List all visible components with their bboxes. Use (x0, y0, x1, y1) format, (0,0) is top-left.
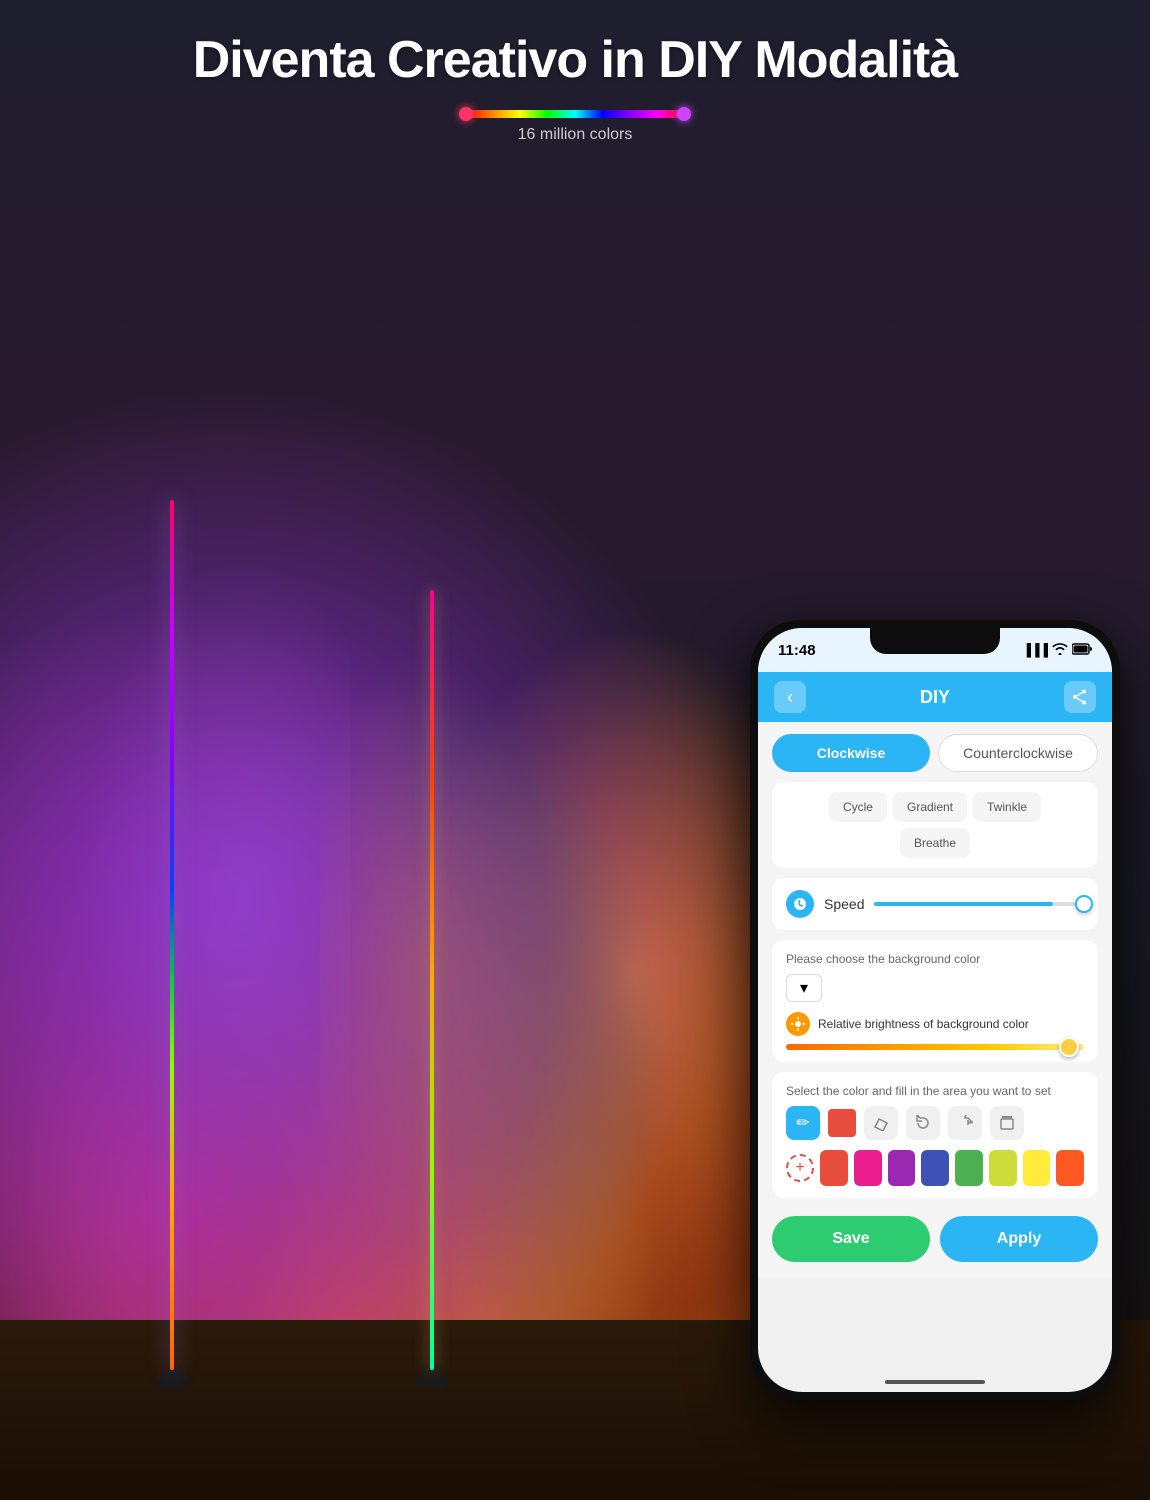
app-content: Clockwise Counterclockwise Cycle Gradien… (758, 722, 1112, 1278)
nav-title: DIY (920, 687, 950, 708)
speed-control: Speed (772, 878, 1098, 930)
bg-color-label: Please choose the background color (786, 952, 1084, 966)
brush-tool[interactable]: ✏ (786, 1106, 820, 1140)
color-swatch-5[interactable] (955, 1150, 983, 1186)
mode-row-2: Breathe (780, 828, 1090, 858)
color-swatch-3[interactable] (888, 1150, 916, 1186)
brightness-thumb (1059, 1037, 1079, 1057)
brightness-label: Relative brightness of background color (818, 1017, 1029, 1031)
trash-tool[interactable] (990, 1106, 1024, 1140)
undo-tool[interactable] (906, 1106, 940, 1140)
select-color-label: Select the color and fill in the area yo… (786, 1084, 1084, 1098)
back-button[interactable]: ‹ (774, 681, 806, 713)
apply-button[interactable]: Apply (940, 1216, 1098, 1262)
main-title: Diventa Creativo in DIY Modalità (0, 30, 1150, 90)
counterclockwise-button[interactable]: Counterclockwise (938, 734, 1098, 772)
speed-slider[interactable] (874, 902, 1084, 906)
direction-buttons: Clockwise Counterclockwise (772, 734, 1098, 772)
wifi-icon (1052, 643, 1068, 658)
back-icon: ‹ (787, 687, 793, 708)
dropdown-icon: ▾ (800, 978, 808, 998)
bg-color-section: Please choose the background color ▾ Rel… (772, 940, 1098, 1062)
status-time: 11:48 (778, 642, 816, 659)
mode-buttons: Cycle Gradient Twinkle Breathe (772, 782, 1098, 868)
lamp-right (430, 590, 434, 1370)
speed-icon (786, 890, 814, 918)
rainbow-bar-container: 16 million colors (0, 110, 1150, 144)
save-button[interactable]: Save (772, 1216, 930, 1262)
eraser-tool[interactable] (864, 1106, 898, 1140)
color-swatch-2[interactable] (854, 1150, 882, 1186)
lamp-left (170, 500, 174, 1370)
phone-screen: 11:48 ▐▐▐ ‹ DIY (758, 628, 1112, 1392)
lamp-right-light (430, 590, 434, 1370)
color-swatch-8[interactable] (1056, 1150, 1084, 1186)
speed-label: Speed (824, 896, 864, 912)
share-button[interactable] (1064, 681, 1096, 713)
speed-thumb (1075, 895, 1093, 913)
cycle-button[interactable]: Cycle (829, 792, 887, 822)
title-area: Diventa Creativo in DIY Modalità 16 mill… (0, 30, 1150, 144)
bottom-buttons: Save Apply (772, 1208, 1098, 1266)
select-color-section: Select the color and fill in the area yo… (772, 1072, 1098, 1198)
color-palette: + (786, 1150, 1084, 1186)
battery-icon (1072, 643, 1092, 658)
tool-row: ✏ (786, 1106, 1084, 1140)
breathe-button[interactable]: Breathe (900, 828, 970, 858)
clockwise-button[interactable]: Clockwise (772, 734, 930, 772)
redo-tool[interactable] (948, 1106, 982, 1140)
color-swatch-6[interactable] (989, 1150, 1017, 1186)
twinkle-button[interactable]: Twinkle (973, 792, 1041, 822)
color-swatch-4[interactable] (921, 1150, 949, 1186)
color-swatch-1[interactable] (820, 1150, 848, 1186)
nav-bar: ‹ DIY (758, 672, 1112, 722)
phone-notch (870, 628, 1000, 654)
brightness-icon (786, 1012, 810, 1036)
color-fill-tool[interactable] (828, 1109, 856, 1137)
status-icons: ▐▐▐ (1022, 643, 1092, 658)
phone: 11:48 ▐▐▐ ‹ DIY (750, 620, 1120, 1400)
mode-row-1: Cycle Gradient Twinkle (780, 792, 1090, 822)
colors-label: 16 million colors (518, 126, 633, 144)
signal-icon: ▐▐▐ (1022, 643, 1048, 657)
home-bar (885, 1380, 985, 1384)
brightness-slider[interactable] (786, 1044, 1084, 1050)
color-dropdown[interactable]: ▾ (786, 974, 822, 1002)
rainbow-bar (465, 110, 685, 118)
gradient-button[interactable]: Gradient (893, 792, 967, 822)
brightness-row: Relative brightness of background color (786, 1012, 1084, 1036)
lamp-left-light (170, 500, 174, 1370)
add-color-button[interactable]: + (786, 1154, 814, 1182)
color-swatch-7[interactable] (1023, 1150, 1051, 1186)
